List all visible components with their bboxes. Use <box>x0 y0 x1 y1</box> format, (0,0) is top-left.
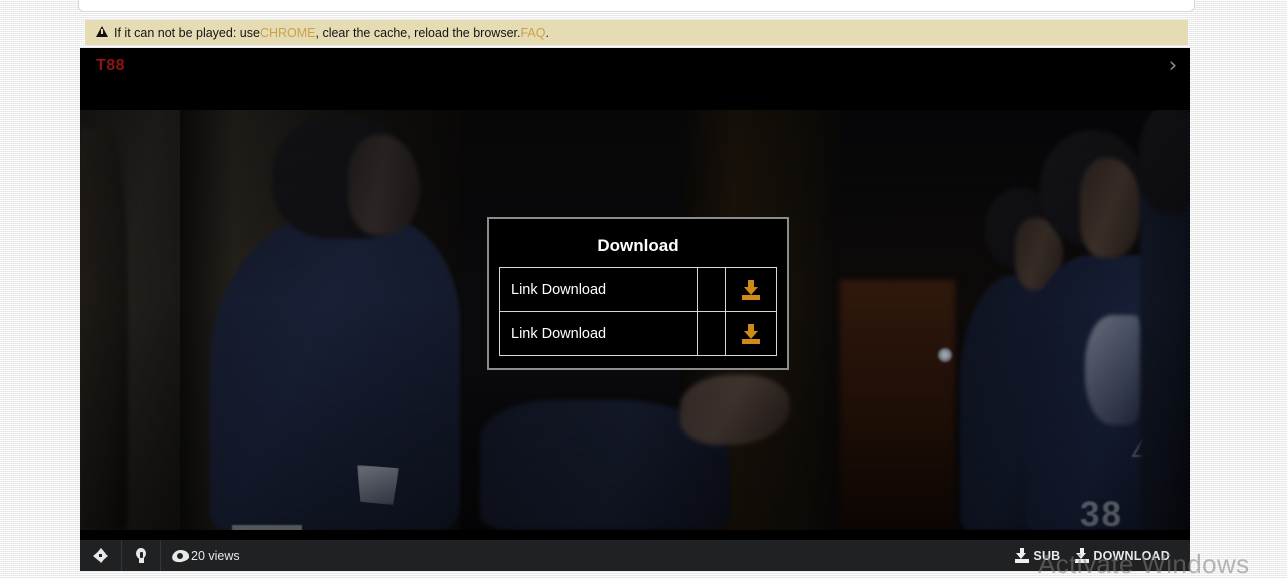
scene-figure-left-print <box>357 465 399 505</box>
download-button[interactable]: DOWNLOAD <box>1064 540 1190 571</box>
download-icon <box>741 279 761 300</box>
scene-jersey-number: 38 <box>1080 495 1123 530</box>
video-player[interactable]: T88 › 38 Download Link Download Link Dow… <box>80 48 1190 540</box>
notice-text-prefix: If it can not be played: use <box>114 25 260 40</box>
notice-text-suffix: . <box>545 25 549 40</box>
view-count-label: 20 views <box>191 548 240 563</box>
download-row-button[interactable] <box>725 311 777 356</box>
sub-button-label: SUB <box>1033 548 1061 563</box>
eye-icon <box>171 548 190 563</box>
faq-link[interactable]: FAQ <box>520 26 545 40</box>
sub-button[interactable]: SUB <box>1004 540 1064 571</box>
download-dialog-title: Download <box>597 236 679 255</box>
download-icon <box>1014 548 1029 563</box>
chrome-link[interactable]: CHROME <box>260 26 316 40</box>
table-row[interactable]: Link Download <box>498 311 777 356</box>
scene-figure-left-body <box>210 215 460 530</box>
link-download-spacer <box>697 311 727 356</box>
warning-triangle-icon <box>96 26 108 37</box>
link-download-spacer <box>697 267 727 312</box>
page-panel-top <box>78 0 1195 12</box>
download-links-table: Link Download Link Download <box>498 267 777 356</box>
scene-figure-edge <box>80 128 128 530</box>
playback-notice-bar: If it can not be played: use CHROME , cl… <box>85 20 1188 45</box>
download-icon <box>1074 548 1089 563</box>
fullscreen-expand-icon <box>93 548 108 563</box>
link-download-label[interactable]: Link Download <box>498 311 699 356</box>
download-dialog[interactable]: Download Link Download Link Download <box>487 217 789 370</box>
download-icon <box>741 323 761 344</box>
download-button-label: DOWNLOAD <box>1093 548 1170 563</box>
scene-orange-wall <box>840 280 955 530</box>
table-row[interactable]: Link Download <box>498 267 777 312</box>
fullscreen-button[interactable] <box>80 540 122 571</box>
notice-text-middle: , clear the cache, reload the browser. <box>315 25 521 40</box>
player-control-bar: 20 views SUB DOWNLOAD <box>80 540 1190 571</box>
next-episode-chevron-icon[interactable]: › <box>1160 54 1186 78</box>
player-logo: T88 <box>96 57 126 74</box>
light-toggle-button[interactable] <box>122 540 161 571</box>
download-row-button[interactable] <box>725 267 777 312</box>
lightbulb-icon <box>135 547 147 564</box>
scene-figure-c-face <box>1080 158 1142 258</box>
view-count: 20 views <box>161 540 250 571</box>
scene-lamp <box>938 348 952 362</box>
link-download-label[interactable]: Link Download <box>498 267 699 312</box>
scene-figure-left-tag <box>232 525 302 530</box>
scene-figure-d-head <box>1138 110 1190 214</box>
